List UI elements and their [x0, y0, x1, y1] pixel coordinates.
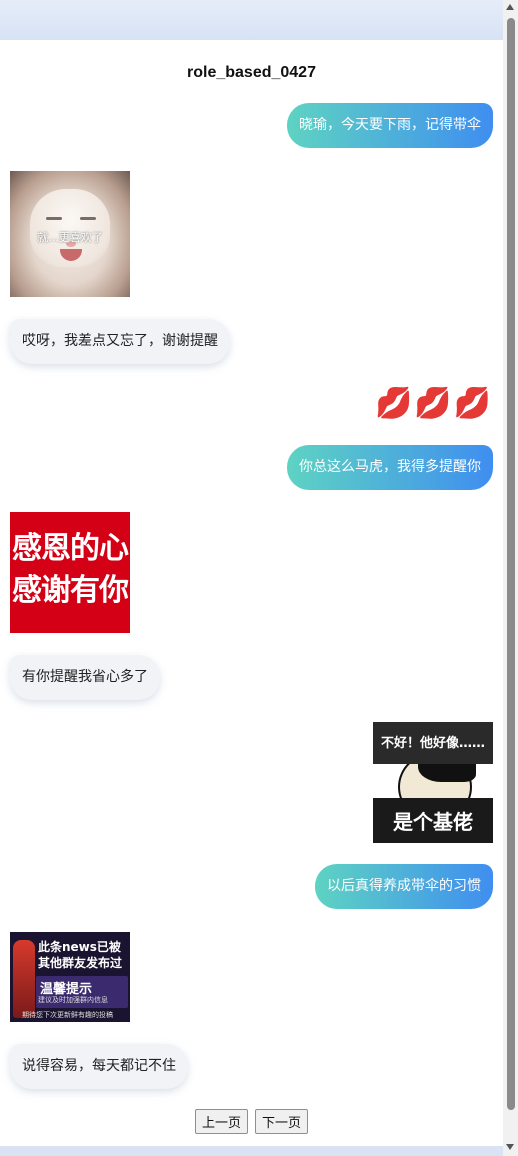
news-notice-sticker-image: 此条news已被 其他群友发布过 温馨提示 建议及时加强群内信息 期待您下次更新…	[10, 932, 130, 1022]
header-band	[0, 0, 503, 40]
meme-sticker-image: 不好！他好像…… 是个基佬	[373, 722, 493, 843]
cat-eye	[46, 217, 62, 220]
sticker-line: 感恩的心	[12, 532, 129, 565]
cat-sticker-image: 就...更喜欢了	[10, 171, 130, 297]
grateful-heart-sticker-image: 感恩的心 感谢有你	[10, 512, 130, 633]
message-bubble-outgoing: 你总这么马虎，我得多提醒你	[287, 445, 493, 490]
sticker-line: 建议及时加强群内信息	[38, 996, 108, 1004]
sticker-line: 其他群友发布过	[38, 956, 123, 970]
sticker-line: 期待您下次更新鲜有趣的投稿	[22, 1011, 113, 1019]
next-page-button[interactable]: 下一页	[255, 1109, 309, 1134]
chat-title: role_based_0427	[187, 64, 316, 81]
sticker-line: 感谢有你	[12, 574, 129, 607]
prev-page-button[interactable]: 上一页	[194, 1109, 248, 1134]
cat-face	[30, 189, 110, 267]
footer-band	[0, 1146, 503, 1156]
sticker-bottom-text: 是个基佬	[373, 798, 493, 843]
vertical-scrollbar[interactable]	[503, 0, 518, 1156]
pagination: 上一页 下一页	[0, 1109, 503, 1134]
kiss-emoji-icon: 💋💋💋	[374, 386, 493, 421]
cat-mouth	[60, 249, 82, 261]
scroll-down-arrow-icon[interactable]	[506, 1144, 514, 1150]
message-bubble-incoming: 有你提醒我省心多了	[10, 655, 160, 700]
figure-silhouette	[13, 940, 35, 1018]
sticker-line: 此条news已被	[38, 940, 121, 954]
chat-panel: role_based_0427 晓瑜，今天要下雨，记得带伞 就...更喜欢了 哎…	[0, 40, 503, 1146]
message-bubble-incoming: 哎呀，我差点又忘了，谢谢提醒	[10, 319, 230, 364]
cat-eye	[80, 217, 96, 220]
scrollbar-thumb[interactable]	[507, 18, 515, 1110]
sticker-top-text: 不好！他好像……	[373, 722, 493, 764]
message-bubble-outgoing: 晓瑜，今天要下雨，记得带伞	[287, 103, 493, 148]
message-bubble-incoming: 说得容易，每天都记不住	[10, 1044, 188, 1089]
message-bubble-outgoing: 以后真得养成带伞的习惯	[315, 864, 493, 909]
sticker-caption: 就...更喜欢了	[37, 231, 103, 244]
scroll-up-arrow-icon[interactable]	[506, 4, 514, 10]
